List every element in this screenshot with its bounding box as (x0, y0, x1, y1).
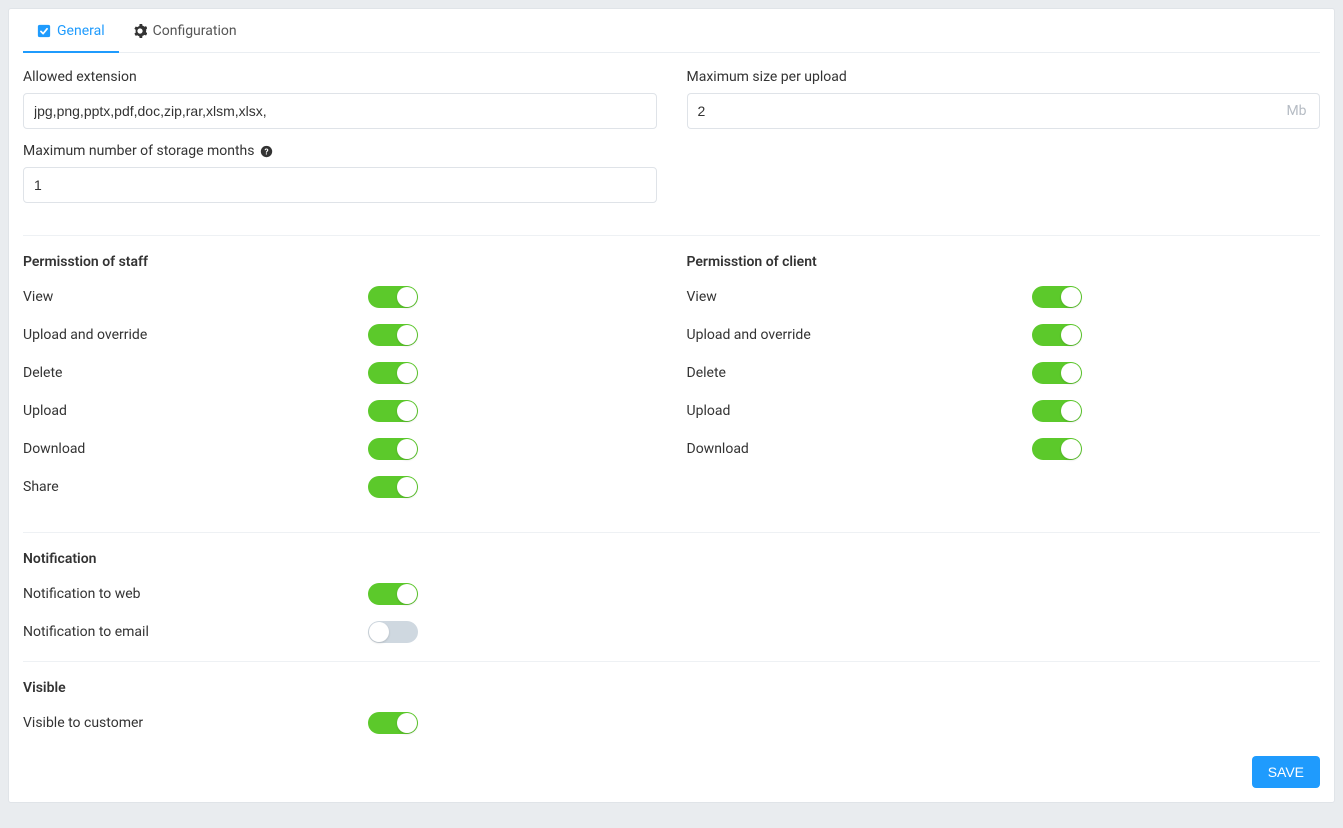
notification-email-toggle[interactable] (368, 621, 418, 643)
max-size-input[interactable] (687, 93, 1275, 129)
staff-share-label: Share (23, 479, 59, 495)
tab-general-label: General (57, 23, 105, 39)
staff-view-toggle[interactable] (368, 286, 418, 308)
visible-customer-label: Visible to customer (23, 715, 143, 731)
max-storage-months-label: Maximum number of storage months ? (23, 143, 657, 159)
notification-heading: Notification (23, 551, 1320, 567)
client-delete-toggle[interactable] (1032, 362, 1082, 384)
client-upload-override-toggle[interactable] (1032, 324, 1082, 346)
save-button[interactable]: SAVE (1252, 756, 1320, 788)
allowed-extension-input[interactable] (23, 93, 657, 129)
staff-upload-override-toggle[interactable] (368, 324, 418, 346)
visible-heading: Visible (23, 680, 1320, 696)
notification-web-toggle[interactable] (368, 583, 418, 605)
tab-configuration-label: Configuration (153, 23, 237, 39)
client-view-label: View (687, 289, 717, 305)
max-size-label: Maximum size per upload (687, 69, 1321, 85)
staff-share-toggle[interactable] (368, 476, 418, 498)
tab-general[interactable]: General (23, 9, 119, 53)
client-download-toggle[interactable] (1032, 438, 1082, 460)
tabs: General Configuration (23, 9, 1320, 53)
staff-download-label: Download (23, 441, 85, 457)
staff-delete-toggle[interactable] (368, 362, 418, 384)
notification-web-label: Notification to web (23, 586, 141, 602)
staff-permissions-heading: Permisstion of staff (23, 254, 657, 270)
help-icon[interactable]: ? (260, 145, 273, 158)
divider (23, 532, 1320, 533)
notification-email-label: Notification to email (23, 624, 149, 640)
client-delete-label: Delete (687, 365, 726, 381)
client-upload-override-label: Upload and override (687, 327, 811, 343)
check-square-icon (37, 24, 51, 38)
client-permissions-heading: Permisstion of client (687, 254, 1321, 270)
client-upload-toggle[interactable] (1032, 400, 1082, 422)
staff-upload-override-label: Upload and override (23, 327, 147, 343)
max-size-unit: Mb (1274, 93, 1320, 129)
staff-download-toggle[interactable] (368, 438, 418, 460)
staff-view-label: View (23, 289, 53, 305)
client-download-label: Download (687, 441, 749, 457)
svg-text:?: ? (264, 146, 268, 156)
client-upload-label: Upload (687, 403, 731, 419)
gear-icon (133, 24, 147, 38)
allowed-extension-label: Allowed extension (23, 69, 657, 85)
staff-upload-label: Upload (23, 403, 67, 419)
max-storage-months-input[interactable] (23, 167, 657, 203)
tab-configuration[interactable]: Configuration (119, 9, 251, 53)
visible-customer-toggle[interactable] (368, 712, 418, 734)
settings-panel: General Configuration Allowed extension … (8, 8, 1335, 803)
client-view-toggle[interactable] (1032, 286, 1082, 308)
divider (23, 235, 1320, 236)
staff-upload-toggle[interactable] (368, 400, 418, 422)
divider (23, 661, 1320, 662)
staff-delete-label: Delete (23, 365, 62, 381)
